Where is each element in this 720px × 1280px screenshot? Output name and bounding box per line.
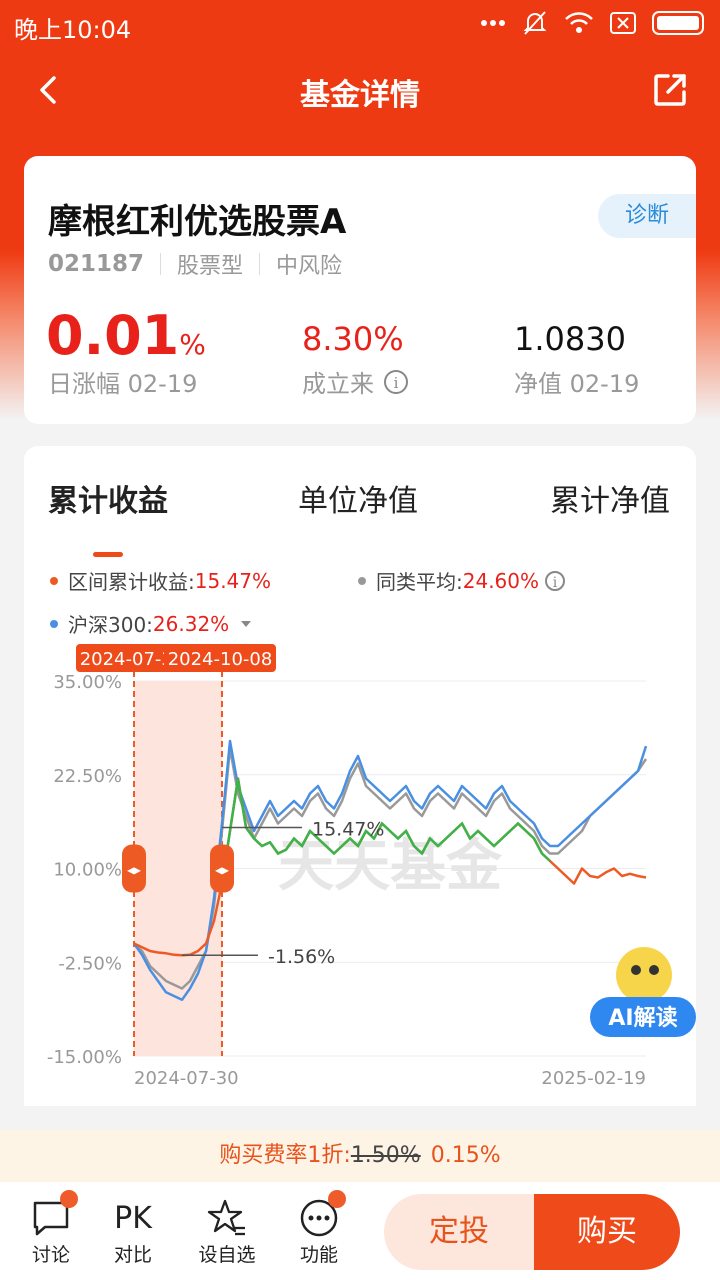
range-handle-arrows: ◂▸ [215, 863, 229, 879]
more-dots-icon [481, 20, 505, 26]
bottom-bar: 讨论 PK 对比 设自选 功能 定投 购买 [0, 1182, 720, 1280]
date-tag-label: 2024-10-08 [168, 649, 273, 670]
fund-name: 摩根红利优选股票A [48, 202, 347, 242]
fund-code: 021187 [48, 251, 145, 277]
legend-peer-value: 24.60% [462, 568, 540, 593]
y-tick-label: 10.00% [53, 860, 122, 881]
legend-index-value: 26.32% [152, 611, 230, 636]
fee-discount: 0.15% [430, 1143, 501, 1168]
y-tick-label: -2.50% [58, 953, 122, 974]
auto-invest-button[interactable]: 定投 [384, 1194, 534, 1270]
compare-label: 对比 [113, 1244, 152, 1266]
fund-risk: 中风险 [276, 254, 343, 279]
y-tick-label: 22.50% [53, 766, 122, 787]
fee-bar: 购买费率1折:1.50% 0.15% [0, 1130, 720, 1182]
dropdown-icon [241, 620, 252, 627]
page-title: 基金详情 [300, 78, 420, 113]
ai-mascot-eye [649, 965, 659, 975]
legend-index-label: 沪深300: [68, 613, 153, 637]
daily-change-label: 日涨幅 02-19 [48, 370, 198, 398]
since-inception-value: 8.30% [302, 320, 404, 358]
navigation-bar: 基金详情 [0, 56, 720, 126]
range-handle-arrows: ◂▸ [127, 863, 141, 879]
daily-change-unit: % [179, 328, 206, 361]
legend-fund-label: 区间累计收益: [68, 570, 195, 594]
mute-bell-icon [523, 11, 547, 35]
x-tick-label: 2024-07-30 [134, 1068, 239, 1089]
legend-fund-value: 15.47% [194, 568, 272, 593]
nav-value: 1.0830 [514, 320, 626, 358]
ai-badge-label: AI解读 [608, 1005, 677, 1031]
status-time: 晚上10:04 [14, 16, 132, 44]
chart-tabs: 累计收益 单位净值 累计净值 [24, 476, 696, 557]
legend-peer-label: 同类平均: [376, 570, 463, 594]
fund-info-card: 摩根红利优选股票A 诊断 021187 股票型 中风险 0.01% 日涨幅 02… [24, 156, 696, 424]
tab-cumulative-nav[interactable]: 累计净值 [550, 476, 670, 520]
return-chart[interactable]: 35.00% 22.50% 10.00% -2.50% -15.00% 2024-07-3… [0, 640, 720, 1100]
legend-dot [50, 619, 58, 628]
info-icon[interactable]: i [545, 570, 566, 591]
buy-button[interactable]: 购买 [534, 1194, 680, 1270]
tab-unit-nav[interactable]: 单位净值 [298, 476, 418, 520]
since-inception-label-row: 成立来 i [302, 364, 408, 399]
legend-index[interactable]: 沪深300: 26.32% [50, 609, 257, 638]
discuss-button[interactable]: 讨论 [16, 1190, 86, 1267]
daily-change-value: 0.01% [46, 304, 206, 367]
battery-icon [652, 11, 704, 35]
notification-badge [328, 1190, 346, 1208]
status-bar: 晚上10:04 [0, 0, 720, 50]
no-sim-icon [610, 12, 636, 34]
star-list-icon [207, 1199, 245, 1236]
diagnose-button[interactable]: 诊断 [598, 194, 696, 238]
add-favorite-button[interactable]: 设自选 [192, 1196, 262, 1267]
fund-meta: 021187 股票型 中风险 [48, 248, 342, 280]
legend-dot [358, 576, 366, 585]
active-tab-indicator [93, 552, 123, 557]
legend-peer: 同类平均: 24.60% i [358, 566, 566, 595]
compare-button[interactable]: PK 对比 [98, 1196, 168, 1267]
share-icon[interactable] [650, 70, 690, 110]
x-tick-label: 2025-02-19 [541, 1068, 646, 1089]
discuss-label: 讨论 [31, 1244, 70, 1266]
watermark: 天天基金 [278, 833, 503, 899]
add-favorite-label: 设自选 [198, 1244, 256, 1266]
legend-dot [50, 576, 58, 585]
since-inception-label: 成立来 [302, 370, 374, 398]
divider [259, 253, 261, 275]
annotation-label: 15.47% [312, 818, 384, 840]
ai-mascot-eye [631, 965, 641, 975]
info-icon[interactable]: i [384, 369, 408, 394]
status-icons [480, 10, 708, 36]
more-functions-label: 功能 [299, 1244, 338, 1266]
selected-range [134, 681, 222, 1056]
y-tick-label: 35.00% [53, 672, 122, 693]
more-functions-button[interactable]: 功能 [284, 1190, 354, 1267]
y-tick-label: -15.00% [47, 1047, 122, 1068]
tab-cumulative-return[interactable]: 累计收益 [48, 476, 168, 520]
fund-type: 股票型 [177, 254, 244, 279]
annotation-label: -1.56% [268, 946, 335, 968]
notification-badge [60, 1190, 78, 1208]
fee-original: 1.50% [350, 1143, 421, 1168]
ai-mascot [616, 947, 672, 1003]
legend-fund: 区间累计收益: 15.47% [50, 566, 271, 595]
pk-icon: PK [114, 1200, 152, 1236]
fee-label: 购买费率1折: [219, 1143, 351, 1168]
nav-label: 净值 02-19 [514, 370, 640, 398]
divider [160, 253, 162, 275]
daily-change-number: 0.01 [46, 304, 180, 367]
wifi-icon [565, 12, 593, 33]
